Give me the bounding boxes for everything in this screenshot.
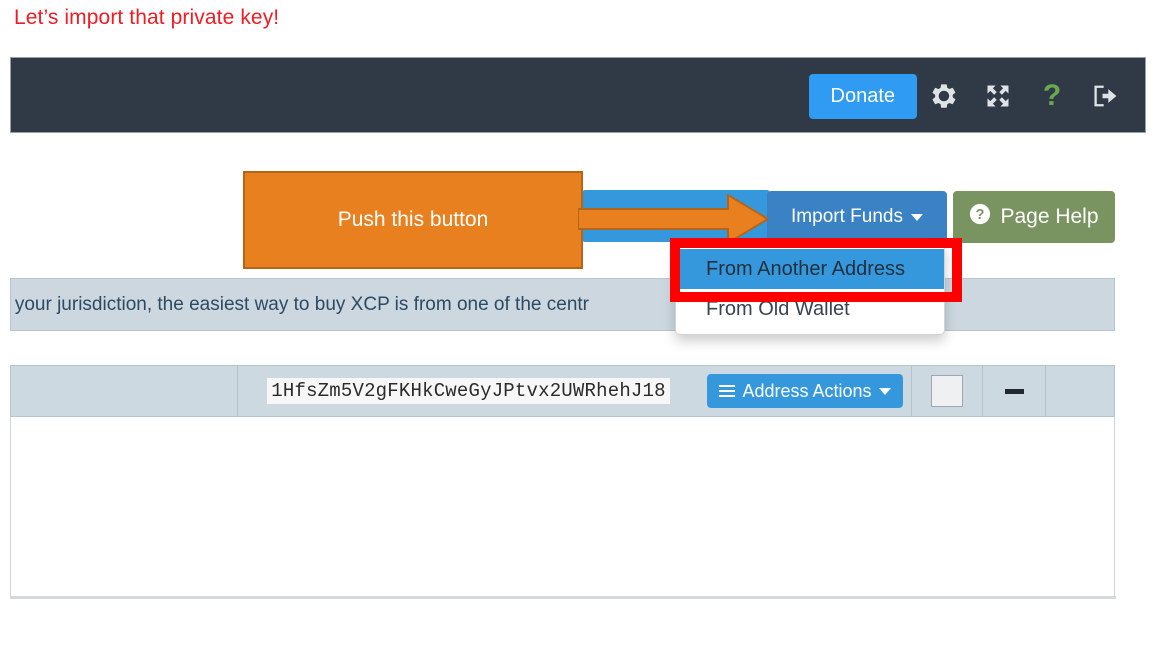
page-title: Let’s import that private key! bbox=[14, 6, 280, 29]
import-funds-label: Import Funds bbox=[791, 206, 903, 227]
dropdown-item-from-old-wallet[interactable]: From Old Wallet bbox=[676, 289, 944, 329]
address-actions-cell: Address Actions bbox=[699, 366, 911, 416]
dropdown-item-from-another-address[interactable]: From Another Address bbox=[676, 249, 944, 289]
content-panel bbox=[10, 417, 1115, 597]
expand-icon[interactable] bbox=[971, 58, 1025, 134]
import-funds-button[interactable]: Import Funds bbox=[767, 191, 947, 243]
help-question-glyph: ? bbox=[1042, 79, 1062, 112]
info-banner: n your jurisdiction, the easiest way to … bbox=[10, 278, 1115, 331]
chevron-down-icon bbox=[878, 387, 891, 395]
help-question-icon[interactable]: ? bbox=[1025, 58, 1079, 134]
address-row: 1HfsZm5V2gFKHkCweGyJPtvx2UWRhehJ18 Addre… bbox=[10, 365, 1115, 417]
address-actions-label: Address Actions bbox=[742, 380, 872, 401]
bitcoin-address[interactable]: 1HfsZm5V2gFKHkCweGyJPtvx2UWRhehJ18 bbox=[267, 378, 670, 404]
row-checkbox-cell bbox=[911, 366, 982, 416]
panel-bottom-divider bbox=[10, 596, 1116, 599]
top-navbar: Donate ? bbox=[10, 57, 1146, 133]
collapse-dash-icon[interactable] bbox=[1004, 388, 1024, 394]
donate-button[interactable]: Donate bbox=[808, 73, 917, 119]
navbar-actions: Donate ? bbox=[808, 58, 1134, 134]
annotation-callout-box: Push this button bbox=[243, 171, 583, 269]
address-actions-button[interactable]: Address Actions bbox=[707, 374, 903, 408]
page-help-label: Page Help bbox=[1000, 205, 1099, 228]
info-banner-text: n your jurisdiction, the easiest way to … bbox=[10, 293, 589, 315]
row-collapse-cell bbox=[982, 366, 1045, 416]
annotation-callout-label: Push this button bbox=[337, 208, 489, 231]
question-circle-icon: ? bbox=[969, 203, 991, 231]
hamburger-icon bbox=[719, 382, 736, 400]
address-row-label-cell bbox=[11, 366, 238, 416]
svg-text:?: ? bbox=[976, 207, 985, 223]
page-help-button[interactable]: ? Page Help bbox=[953, 191, 1115, 243]
row-checkbox[interactable] bbox=[931, 375, 963, 407]
import-funds-dropdown: From Another Address From Old Wallet bbox=[675, 243, 945, 335]
chevron-down-icon bbox=[910, 213, 923, 221]
annotation-arrow-right-icon bbox=[577, 193, 770, 245]
logout-icon[interactable] bbox=[1079, 58, 1133, 134]
gear-icon[interactable] bbox=[917, 58, 971, 134]
address-value-cell: 1HfsZm5V2gFKHkCweGyJPtvx2UWRhehJ18 bbox=[238, 366, 699, 416]
address-row-tail-cell bbox=[1045, 366, 1114, 416]
